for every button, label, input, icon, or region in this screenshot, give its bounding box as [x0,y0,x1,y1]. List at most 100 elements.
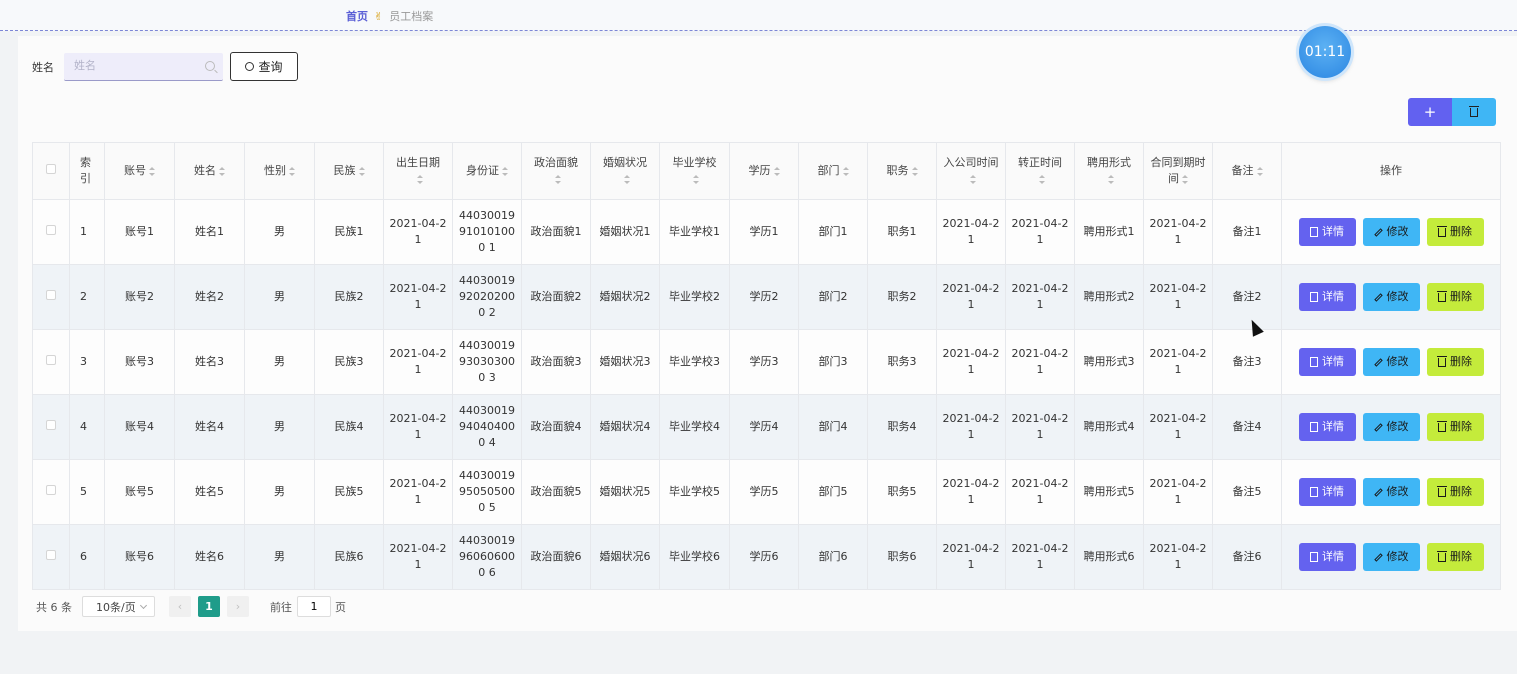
col-marital[interactable]: 婚姻状况 [590,142,660,200]
sort-icon[interactable] [773,166,780,176]
col-politics[interactable]: 政治面貌 [521,142,591,200]
page-number-active[interactable]: 1 [198,596,220,617]
detail-label: 详情 [1322,420,1344,433]
cell-regular: 2021-04-21 [1005,329,1075,395]
cell-gender: 男 [244,524,315,590]
cell-marital: 婚姻状况2 [590,264,660,330]
sort-icon[interactable] [693,174,699,184]
col-edu[interactable]: 学历 [729,142,799,200]
page-size-select[interactable]: 10条/页 [82,596,155,617]
col-idcard[interactable]: 身份证 [452,142,522,200]
cell-ethnic: 民族2 [314,264,384,330]
col-contract[interactable]: 合同到期时间 [1143,142,1213,200]
cell-account: 账号6 [104,524,175,590]
edit-button[interactable]: 修改 [1362,283,1420,311]
cell-marital: 婚姻状况1 [590,199,660,265]
cell-edu: 学历2 [729,264,799,330]
breadcrumb-home[interactable]: 首页 [346,8,368,24]
cell-hire: 聘用形式5 [1074,459,1144,525]
delete-label: 删除 [1450,355,1472,368]
col-hire[interactable]: 聘用形式 [1074,142,1144,200]
cell-idcard: 44030019910101000 1 [452,199,522,265]
detail-button[interactable]: 详情 [1298,478,1356,506]
row-checkbox[interactable] [46,550,56,560]
col-dept[interactable]: 部门 [798,142,868,200]
document-icon [1310,552,1318,562]
search-icon [205,60,215,71]
breadcrumb-separator-icon: ✌ [374,9,384,23]
sort-icon[interactable] [911,166,918,176]
edit-button[interactable]: 修改 [1362,413,1420,441]
cell-ethnic: 民族6 [314,524,384,590]
sort-icon[interactable] [554,174,561,184]
col-regular[interactable]: 转正时间 [1005,142,1075,200]
sort-icon[interactable] [416,174,423,184]
detail-button[interactable]: 详情 [1298,218,1356,246]
cell-account: 账号4 [104,394,175,460]
col-account[interactable]: 账号 [104,142,175,200]
prev-page-button[interactable]: ‹ [169,596,191,617]
cell-index: 6 [69,524,105,590]
sort-icon[interactable] [219,166,225,176]
search-bar: 姓名 查询 [32,52,298,81]
row-select-cell [32,459,70,525]
row-actions: 详情 修改 删除 [1285,348,1497,376]
delete-button[interactable]: 删除 [1426,283,1484,311]
detail-button[interactable]: 详情 [1298,348,1356,376]
col-post[interactable]: 职务 [867,142,937,200]
sort-icon[interactable] [842,166,849,176]
next-page-button[interactable]: › [227,596,249,617]
col-name[interactable]: 姓名 [174,142,245,200]
row-checkbox[interactable] [46,355,56,365]
col-remark[interactable]: 备注 [1212,142,1282,200]
detail-button[interactable]: 详情 [1298,543,1356,571]
delete-button[interactable]: 删除 [1426,478,1484,506]
edit-button[interactable]: 修改 [1362,218,1420,246]
col-ethnic[interactable]: 民族 [314,142,384,200]
row-checkbox[interactable] [46,485,56,495]
edit-icon [1373,357,1383,367]
edit-button[interactable]: 修改 [1362,543,1420,571]
sort-icon[interactable] [358,166,365,176]
detail-button[interactable]: 详情 [1298,413,1356,441]
cell-politics: 政治面貌1 [521,199,591,265]
col-gender[interactable]: 性别 [244,142,315,200]
timer-badge[interactable]: 01:11 [1299,26,1351,78]
detail-button[interactable]: 详情 [1298,283,1356,311]
sort-icon[interactable] [969,174,976,184]
sort-icon[interactable] [1038,174,1045,184]
add-button[interactable]: + [1408,98,1452,126]
sort-icon[interactable] [149,166,155,176]
cell-gender: 男 [244,264,315,330]
col-school[interactable]: 毕业学校 [659,142,730,200]
table-header-row: 索引 账号 姓名 性别 民族 出生日期 身份证 政治面貌 婚姻状况 毕业学校 学… [32,142,1501,200]
col-join[interactable]: 入公司时间 [936,142,1006,200]
select-all-checkbox[interactable] [46,164,56,174]
delete-label: 删除 [1450,225,1472,238]
cell-post: 职务2 [867,264,937,330]
search-input[interactable] [64,52,194,79]
delete-button[interactable]: 删除 [1426,413,1484,441]
row-checkbox[interactable] [46,225,56,235]
delete-button[interactable]: 删除 [1426,218,1484,246]
row-checkbox[interactable] [46,290,56,300]
sort-icon[interactable] [623,174,630,184]
sort-icon[interactable] [1182,174,1188,184]
row-checkbox[interactable] [46,420,56,430]
sort-icon[interactable] [1256,166,1263,176]
delete-button[interactable]: 删除 [1426,543,1484,571]
edit-button[interactable]: 修改 [1362,348,1420,376]
query-button-label: 查询 [258,60,283,74]
edit-button[interactable]: 修改 [1362,478,1420,506]
col-birth[interactable]: 出生日期 [383,142,453,200]
batch-delete-button[interactable] [1452,98,1496,126]
delete-button[interactable]: 删除 [1426,348,1484,376]
cell-hire: 聘用形式3 [1074,329,1144,395]
delete-label: 删除 [1450,290,1472,303]
pagination-total: 共 6 条 [36,600,72,614]
goto-page-input[interactable] [297,596,331,617]
sort-icon[interactable] [1107,174,1114,184]
sort-icon[interactable] [289,166,295,176]
query-button[interactable]: 查询 [230,52,298,81]
sort-icon[interactable] [502,166,508,176]
